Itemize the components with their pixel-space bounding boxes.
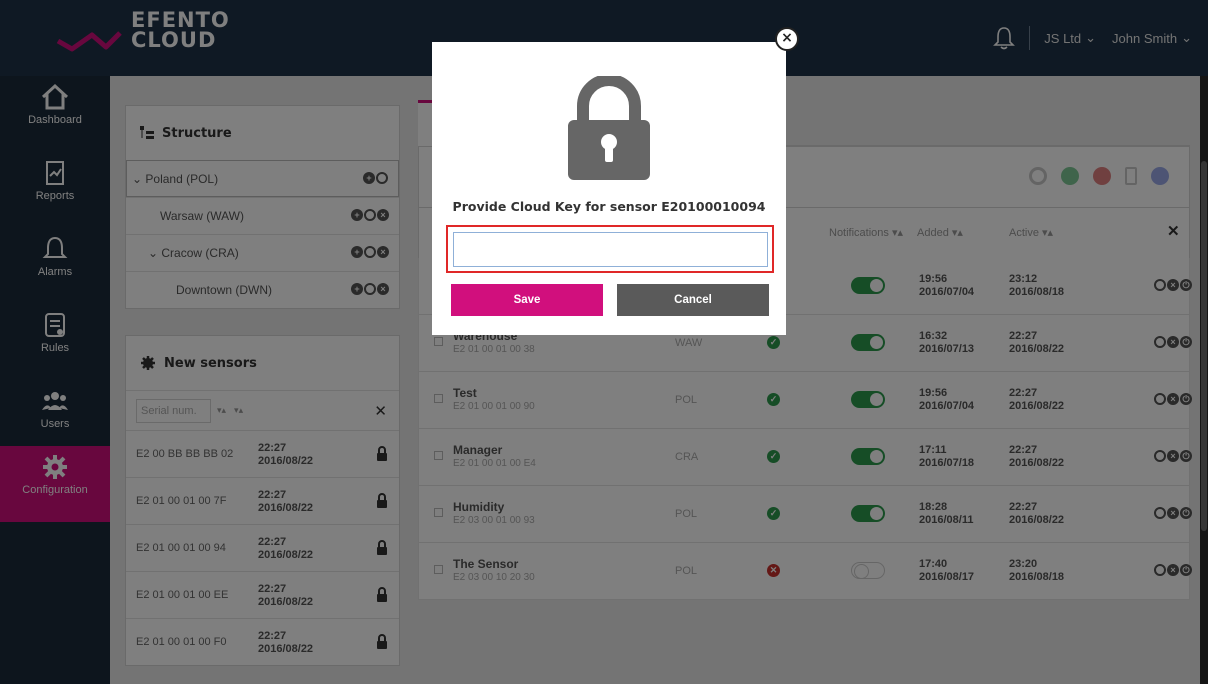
lock-icon: [568, 76, 650, 180]
cloud-key-input[interactable]: [453, 232, 768, 267]
modal-title: Provide Cloud Key for sensor E2010001009…: [452, 199, 766, 214]
cloud-key-modal: Provide Cloud Key for sensor E2010001009…: [432, 42, 786, 335]
cancel-button[interactable]: Cancel: [617, 284, 769, 316]
save-button[interactable]: Save: [451, 284, 603, 316]
highlight-frame: [446, 225, 774, 273]
close-modal-button[interactable]: ×: [775, 27, 799, 51]
